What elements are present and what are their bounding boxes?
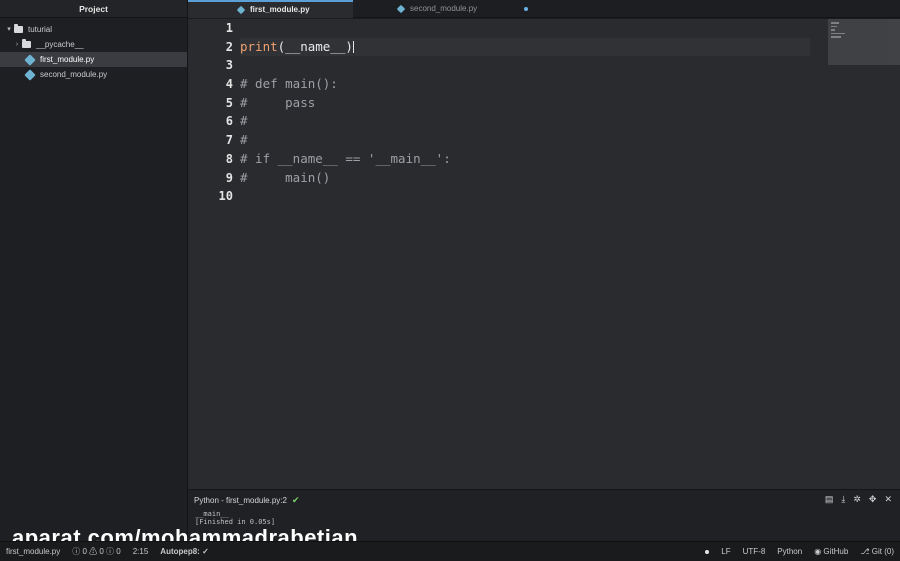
minimap[interactable] — [828, 19, 900, 65]
tree-item-pycache[interactable]: › __pycache__ — [0, 37, 187, 52]
status-diagnostics[interactable]: ⓘ 0 ⚠ 0 ⓘ 0 — [72, 546, 120, 557]
sidebar-title: Project — [0, 0, 187, 18]
status-right: LF UTF-8 Python ◉ GitHub ⎇ Git (0) — [705, 547, 894, 556]
line-number: 3 — [225, 58, 233, 73]
status-line-ending[interactable]: LF — [721, 547, 730, 556]
tree-item-second-module[interactable]: second_module.py — [0, 67, 187, 82]
tab-first-module[interactable]: first_module.py — [188, 0, 353, 18]
text-cursor — [352, 41, 354, 54]
code-area[interactable]: print(__name__) # def main(): # pass # #… — [240, 19, 810, 206]
line-number: 4 — [225, 77, 233, 92]
output-text: __main__ [Finished in 0.05s] — [188, 510, 900, 526]
status-github[interactable]: ◉ GitHub — [814, 547, 848, 556]
status-git[interactable]: ⎇ Git (0) — [860, 547, 894, 556]
line-number: 5 — [225, 95, 233, 110]
status-encoding[interactable]: UTF-8 — [743, 547, 766, 556]
status-left: first_module.py ⓘ 0 ⚠ 0 ⓘ 0 2:15 Autopep… — [6, 546, 209, 557]
line-number: 7 — [225, 133, 233, 148]
panel-header: Python - first_module.py:2 ✔ — [188, 490, 900, 510]
folder-icon — [22, 39, 31, 48]
tree-item-label: __pycache__ — [36, 40, 84, 49]
minimap-line — [831, 32, 845, 34]
tab-second-module[interactable]: second_module.py — [353, 0, 528, 18]
tree-root-label: tuturial — [28, 25, 53, 34]
folder-icon — [14, 24, 23, 33]
tree-item-label: second_module.py — [40, 70, 108, 79]
line-number: 2 — [225, 39, 233, 54]
minimap-line — [831, 36, 841, 38]
close-paren: ) — [345, 38, 353, 54]
python-file-icon — [24, 68, 36, 81]
copy-icon[interactable]: ▤ — [825, 494, 834, 505]
line-number: 8 — [225, 151, 233, 166]
chevron-down-icon[interactable]: ▾ — [4, 22, 14, 37]
minimap-line — [831, 29, 835, 31]
checkmark-icon: ✔ — [291, 494, 300, 505]
chevron-right-icon[interactable]: › — [12, 37, 22, 52]
tab-bar: first_module.py second_module.py — [188, 0, 900, 18]
line-number: 6 — [225, 114, 233, 129]
line-number: 1 — [225, 21, 233, 35]
code-line[interactable] — [240, 19, 810, 38]
line-number-gutter: 1 2 3 4 5 6 7 8 9 10 — [188, 19, 233, 489]
panel-toolbar: ▤ ⤓ ✲ ✥ ✕ — [825, 494, 892, 505]
github-label: GitHub — [823, 547, 849, 556]
git-branch-icon: ⎇ — [860, 547, 870, 556]
project-sidebar: Project ▾ tuturial › __pycache__ first_m… — [0, 0, 188, 541]
settings-icon[interactable]: ✲ — [853, 494, 861, 505]
code-line-print[interactable]: print(__name__) — [240, 37, 810, 57]
tree-item-first-module[interactable]: first_module.py — [0, 52, 187, 67]
status-file[interactable]: first_module.py — [6, 547, 60, 556]
minimap-line — [831, 25, 837, 27]
status-dot-icon — [705, 549, 710, 554]
tab-label: second_module.py — [410, 4, 478, 13]
code-line[interactable] — [240, 187, 810, 206]
keyword-print: print — [240, 38, 278, 54]
python-file-icon — [236, 5, 246, 15]
status-bar: first_module.py ⓘ 0 ⚠ 0 ⓘ 0 2:15 Autopep… — [0, 541, 900, 561]
code-line-comment[interactable]: # main() — [240, 169, 810, 188]
file-tree: ▾ tuturial › __pycache__ first_module.py… — [0, 18, 187, 82]
minimap-line — [831, 22, 839, 24]
python-file-icon — [396, 4, 406, 14]
line-number: 9 — [225, 170, 233, 185]
expand-icon[interactable]: ✥ — [869, 494, 877, 505]
code-editor[interactable]: 1 2 3 4 5 6 7 8 9 10 print(__name__) # d… — [188, 19, 900, 489]
code-line[interactable] — [240, 56, 810, 75]
code-line-comment[interactable]: # def main(): — [240, 75, 810, 94]
tree-item-label: first_module.py — [40, 55, 95, 64]
status-grammar[interactable]: Python — [777, 547, 802, 556]
close-icon[interactable]: ✕ — [884, 494, 892, 505]
code-line-comment[interactable]: # pass — [240, 94, 810, 113]
tree-root-folder[interactable]: ▾ tuturial — [0, 22, 187, 37]
github-icon: ◉ — [814, 547, 822, 556]
status-cursor-position[interactable]: 2:15 — [133, 547, 149, 556]
line-number: 10 — [218, 189, 233, 204]
code-line-comment[interactable]: # if __name__ == '__main__': — [240, 150, 810, 169]
tab-label: first_module.py — [250, 5, 310, 14]
python-file-icon — [24, 53, 36, 66]
git-label: Git (0) — [871, 547, 894, 556]
panel-title: Python - first_module.py:2 — [194, 495, 287, 505]
code-line-comment[interactable]: # — [240, 112, 810, 131]
output-line: __main__ — [195, 510, 229, 518]
modified-dot-icon — [524, 7, 528, 11]
code-line-comment[interactable]: # — [240, 131, 810, 150]
status-autopep[interactable]: Autopep8: ✓ — [160, 547, 208, 556]
identifier-name: __name__ — [285, 38, 346, 54]
download-icon[interactable]: ⤓ — [841, 494, 845, 505]
